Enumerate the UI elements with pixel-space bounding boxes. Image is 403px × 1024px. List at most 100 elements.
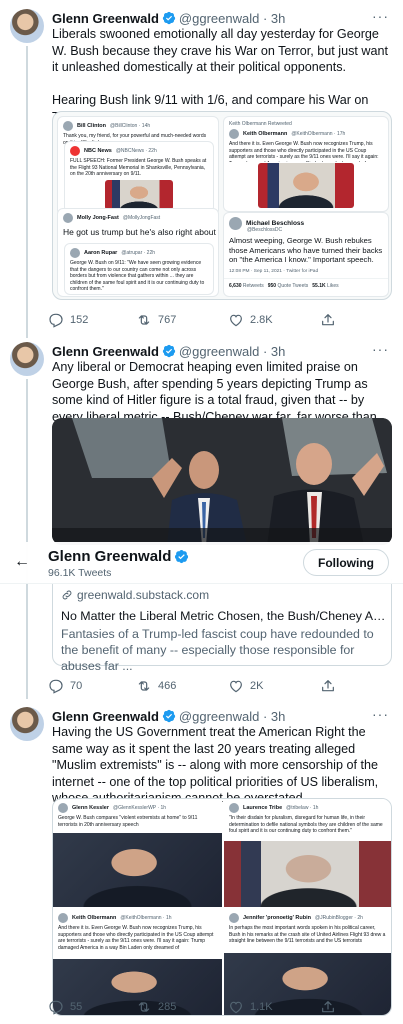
- tweet-count: 96.1K Tweets: [48, 567, 112, 579]
- media-cell-tribe[interactable]: Laurence Tribe @tribelaw · 1h "In their d…: [224, 799, 391, 907]
- retweet-icon: [136, 678, 152, 694]
- reply-icon: [48, 678, 64, 694]
- reply-icon: [48, 999, 64, 1015]
- avatar: [229, 217, 242, 230]
- avatar: [58, 803, 68, 813]
- retweet-count: 285: [158, 1001, 177, 1013]
- embedded-text: George W. Bush on 9/11: "We have seen gr…: [70, 260, 205, 292]
- embedded-tweet-clinton: Bill Clinton @BillClinton · 14h Thank you…: [57, 116, 219, 216]
- embedded-author: Michael Beschloss: [246, 220, 305, 227]
- like-button[interactable]: 2K: [228, 678, 263, 694]
- embedded-author: NBC News: [84, 148, 112, 154]
- embedded-handle: @JRubinBlogger · 2h: [315, 915, 363, 921]
- bush-cheney-car-photo[interactable]: [52, 418, 392, 545]
- tweet-media-grid[interactable]: Glenn Kessler @GlennKesslerWP · 1h George…: [52, 798, 392, 1016]
- stat-label: Likes: [326, 282, 339, 289]
- stat-likes: 55.1K: [312, 282, 326, 289]
- author-name[interactable]: Glenn Greenwald: [52, 709, 159, 724]
- like-icon: [228, 312, 244, 328]
- retweet-button[interactable]: 767: [136, 312, 176, 328]
- author-name[interactable]: Glenn Greenwald: [52, 11, 159, 26]
- verified-icon: [162, 709, 176, 723]
- embedded-handle: @tribelaw · 1h: [286, 805, 319, 811]
- retweet-button[interactable]: 466: [136, 678, 176, 694]
- reply-button[interactable]: 152: [48, 312, 88, 328]
- embedded-text: George W. Bush compares "violent extremi…: [58, 815, 198, 828]
- embedded-tweet-olbermann: Keith Olbermann Retweeted Keith Olberman…: [223, 116, 389, 212]
- retweet-count: 466: [158, 680, 177, 692]
- reply-button[interactable]: 70: [48, 678, 82, 694]
- link-domain: greenwald.substack.com: [61, 588, 209, 602]
- nbc-logo: [70, 146, 80, 156]
- share-button[interactable]: [320, 999, 336, 1015]
- author-handle[interactable]: @ggreenwald · 3h: [179, 344, 285, 359]
- more-options-icon[interactable]: ···: [372, 341, 389, 357]
- author-handle[interactable]: @ggreenwald · 3h: [179, 11, 285, 26]
- avatar: [63, 213, 73, 223]
- embedded-tweet-jongfast: Molly Jong-Fast @MollyJongFast He got us …: [57, 208, 219, 297]
- verified-icon: [162, 11, 176, 25]
- embedded-quote-nbc: NBC News @NBCNews · 22h FULL SPEECH: Form…: [64, 141, 214, 213]
- embedded-handle: @NBCNews · 22h: [115, 148, 157, 154]
- embedded-stats: 6,630 Retweets 950 Quote Tweets 55.1K Li…: [224, 277, 388, 293]
- link-domain-text: greenwald.substack.com: [77, 588, 210, 602]
- more-options-icon[interactable]: ···: [372, 706, 389, 722]
- back-arrow-icon[interactable]: ←: [14, 553, 30, 571]
- bush-speech-photo: [53, 833, 222, 907]
- reply-count: 70: [70, 680, 83, 692]
- profile-sticky-header: ← Glenn Greenwald 96.1K Tweets Following: [0, 542, 403, 584]
- bush-speech-photo: [105, 180, 173, 210]
- avatar[interactable]: [10, 707, 44, 741]
- reply-count: 152: [70, 314, 89, 326]
- tweet-3[interactable]: Glenn Greenwald @ggreenwald · 3h ··· Hav…: [0, 705, 403, 1024]
- bush-speech-photo: [224, 841, 391, 907]
- embedded-author: Aaron Rupar: [84, 250, 118, 256]
- avatar[interactable]: [10, 9, 44, 43]
- stat-label: Retweets: [242, 282, 264, 289]
- tweet-2[interactable]: Glenn Greenwald @ggreenwald · 3h ··· Any…: [0, 338, 403, 699]
- embedded-text: In perhaps the most important words spok…: [229, 925, 386, 944]
- tweet-actions: 152 767 2.8K: [48, 312, 348, 330]
- embedded-author: Laurence Tribe: [243, 805, 283, 811]
- tweet-media[interactable]: Bill Clinton @BillClinton · 14h Thank you…: [52, 111, 392, 300]
- share-button[interactable]: [320, 312, 336, 328]
- profile-name-text: Glenn Greenwald: [48, 548, 172, 565]
- share-button[interactable]: [320, 678, 336, 694]
- retweet-count: 767: [158, 314, 177, 326]
- author-name[interactable]: Glenn Greenwald: [52, 344, 159, 359]
- tweet-1[interactable]: Glenn Greenwald @ggreenwald · 3h ··· Lib…: [0, 0, 403, 338]
- embedded-author: Keith Olbermann: [72, 915, 117, 921]
- embedded-handle: @KeithOlbermann · 1h: [120, 915, 172, 921]
- embedded-author: Glenn Kessler: [72, 805, 109, 811]
- embedded-handle: @GlennKesslerWP · 1h: [113, 805, 167, 811]
- more-options-icon[interactable]: ···: [372, 8, 389, 24]
- link-description: Fantasies of a Trump-led fascist coup ha…: [61, 627, 374, 673]
- embedded-handle: @atrupar · 22h: [121, 250, 156, 256]
- like-button[interactable]: 2.8K: [228, 312, 273, 328]
- embedded-handle: @BillClinton · 14h: [110, 123, 151, 129]
- embedded-text: And there it is. Even George W. Bush now…: [229, 141, 379, 162]
- tweet-header: Glenn Greenwald @ggreenwald · 3h: [52, 9, 285, 27]
- reply-button[interactable]: 55: [48, 999, 82, 1015]
- media-cell-kessler[interactable]: Glenn Kessler @GlennKesslerWP · 1h George…: [53, 799, 222, 907]
- avatar[interactable]: [10, 342, 44, 376]
- embedded-author: Jennifer 'pronoetig' Rubin: [243, 915, 312, 921]
- bush-speech-photo: [258, 163, 354, 208]
- avatar: [229, 803, 239, 813]
- tweet-text: Having the US Government treat the Ameri…: [52, 725, 382, 805]
- following-button[interactable]: Following: [303, 549, 389, 576]
- author-handle[interactable]: @ggreenwald · 3h: [179, 709, 285, 724]
- embedded-tweet-beschloss: Michael Beschloss @BeschlossDC Almost we…: [223, 212, 389, 297]
- tweet-actions: 55 285 1.1K: [48, 999, 348, 1017]
- retweet-icon: [136, 999, 152, 1015]
- like-button[interactable]: 1.1K: [228, 999, 273, 1015]
- like-count: 1.1K: [250, 1001, 273, 1013]
- embedded-timestamp: 12:08 PM · Sep 11, 2021 · Twitter for iP…: [229, 268, 319, 274]
- retweeted-label: Keith Olbermann Retweeted: [229, 121, 292, 127]
- tweet-header: Glenn Greenwald @ggreenwald · 3h: [52, 707, 285, 725]
- avatar: [229, 129, 239, 139]
- retweet-button[interactable]: 285: [136, 999, 176, 1015]
- retweet-icon: [136, 312, 152, 328]
- link-card[interactable]: greenwald.substack.com No Matter the Lib…: [52, 579, 392, 673]
- tweet-actions: 70 466 2K: [48, 678, 348, 696]
